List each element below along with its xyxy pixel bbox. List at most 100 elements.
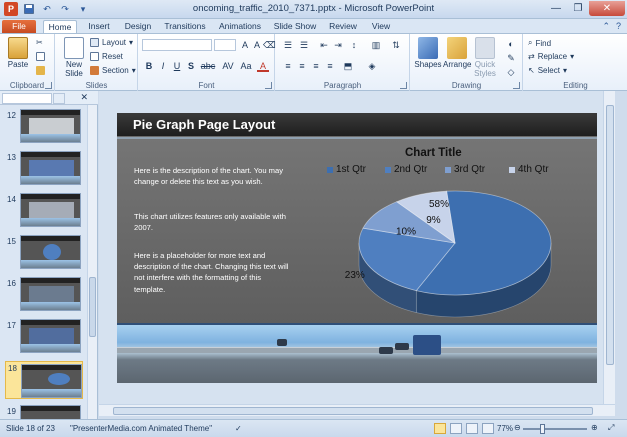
- tab-transitions[interactable]: Transitions: [162, 20, 208, 34]
- slide-thumbnail[interactable]: 17: [5, 319, 83, 353]
- minimize-icon[interactable]: —: [545, 1, 567, 16]
- close-icon[interactable]: ✕: [589, 1, 625, 16]
- thumbnail-image: [20, 109, 81, 143]
- decrease-indent-icon[interactable]: ⇤: [318, 39, 330, 51]
- paste-button[interactable]: Paste: [4, 37, 32, 69]
- strikethrough-button[interactable]: abc: [199, 60, 217, 72]
- zoom-slider-handle[interactable]: [540, 424, 545, 434]
- char-spacing-button[interactable]: AV: [221, 60, 235, 72]
- align-center-icon[interactable]: ≡: [296, 60, 308, 72]
- cut-button[interactable]: ✂: [36, 38, 43, 47]
- zoom-slider[interactable]: [523, 428, 587, 430]
- align-right-icon[interactable]: ≡: [310, 60, 322, 72]
- numbering-icon[interactable]: ☰: [298, 39, 310, 51]
- scrollbar-thumb[interactable]: [606, 105, 614, 365]
- tab-review[interactable]: Review: [325, 20, 361, 34]
- shrink-font-icon[interactable]: A: [251, 39, 263, 51]
- editor-horizontal-scrollbar[interactable]: [99, 404, 615, 416]
- slide-thumbnail[interactable]: 15: [5, 235, 83, 269]
- find-button[interactable]: ⌕ Find: [528, 38, 551, 48]
- line-spacing-icon[interactable]: ↕: [348, 39, 360, 51]
- slide-thumbnail-selected[interactable]: 18: [5, 361, 83, 399]
- slide-thumbnail[interactable]: 16: [5, 277, 83, 311]
- clipboard-launcher-icon[interactable]: [45, 82, 52, 89]
- shapes-button[interactable]: Shapes: [414, 37, 442, 69]
- quick-styles-button[interactable]: Quick Styles: [471, 37, 499, 78]
- increase-indent-icon[interactable]: ⇥: [332, 39, 344, 51]
- format-painter-button[interactable]: [36, 66, 45, 75]
- text-direction-icon[interactable]: ⇅: [390, 39, 402, 51]
- slide-thumbnail[interactable]: 14: [5, 193, 83, 227]
- select-button[interactable]: ↖ Select ▾: [528, 66, 567, 75]
- slide-canvas[interactable]: Pie Graph Page Layout Here is the descri…: [117, 113, 597, 383]
- normal-view-icon[interactable]: [434, 423, 446, 434]
- spellcheck-icon[interactable]: ✓: [235, 424, 242, 433]
- tab-insert[interactable]: Insert: [82, 20, 116, 34]
- zoom-out-icon[interactable]: ⊖: [514, 423, 521, 432]
- align-text-icon[interactable]: ⬒: [342, 60, 354, 72]
- tab-view[interactable]: View: [366, 20, 396, 34]
- fit-to-window-icon[interactable]: ⤢: [608, 423, 614, 433]
- font-launcher-icon[interactable]: [265, 82, 272, 89]
- reading-view-icon[interactable]: [466, 423, 478, 434]
- slide-thumbnail[interactable]: 12: [5, 109, 83, 143]
- bold-button[interactable]: B: [143, 60, 155, 72]
- tab-outline-pane[interactable]: [53, 93, 65, 104]
- replace-button[interactable]: ⇄ Replace ▾: [528, 52, 574, 61]
- paragraph-launcher-icon[interactable]: [400, 82, 407, 89]
- shadow-button[interactable]: S: [185, 60, 197, 72]
- new-slide-button[interactable]: New Slide: [59, 37, 89, 78]
- slide-thumbnail[interactable]: 19: [5, 405, 83, 419]
- zoom-in-icon[interactable]: ⊕: [591, 423, 598, 432]
- arrange-button[interactable]: Arrange: [443, 37, 471, 69]
- bullets-icon[interactable]: ☰: [282, 39, 294, 51]
- tab-design[interactable]: Design: [120, 20, 156, 34]
- drawing-label: Drawing: [451, 81, 482, 90]
- slide-thumbnail[interactable]: 13: [5, 151, 83, 185]
- zoom-level[interactable]: 77%: [497, 424, 513, 433]
- font-color-button[interactable]: A: [257, 60, 269, 72]
- help-icon[interactable]: ?: [616, 21, 621, 32]
- italic-button[interactable]: I: [157, 60, 169, 72]
- change-case-button[interactable]: Aa: [239, 60, 253, 72]
- shape-outline-icon[interactable]: ✎: [505, 52, 517, 64]
- justify-icon[interactable]: ≡: [324, 60, 336, 72]
- reset-button[interactable]: Reset: [90, 52, 123, 61]
- font-size-combo[interactable]: [214, 39, 236, 51]
- grow-font-icon[interactable]: A: [239, 39, 251, 51]
- clear-format-icon[interactable]: ⌫: [263, 39, 276, 51]
- drawing-launcher-icon[interactable]: [513, 82, 520, 89]
- shape-effects-icon[interactable]: ◇: [505, 66, 517, 78]
- slides-pane-scrollbar[interactable]: [87, 105, 97, 419]
- scrollbar-thumb[interactable]: [89, 277, 96, 337]
- tab-animations[interactable]: Animations: [215, 20, 265, 34]
- drawing-group: Shapes Arrange Quick Styles ◐ ✎ ◇ Drawin…: [411, 34, 523, 91]
- section-button[interactable]: Section ▾: [90, 66, 136, 75]
- smartart-icon[interactable]: ◈: [366, 60, 378, 72]
- truck: [413, 335, 441, 355]
- tab-file[interactable]: File: [2, 20, 36, 34]
- scrollbar-thumb[interactable]: [113, 407, 593, 415]
- pie-data-label: 58%: [429, 199, 449, 210]
- columns-icon[interactable]: ▥: [370, 39, 382, 51]
- shape-fill-icon[interactable]: ◐: [505, 38, 517, 50]
- guardrail: [117, 347, 597, 353]
- tab-slides-pane[interactable]: [2, 93, 52, 104]
- copy-button[interactable]: [36, 52, 45, 61]
- layout-button[interactable]: Layout ▾: [90, 38, 133, 47]
- font-name-combo[interactable]: [142, 39, 212, 51]
- chevron-down-icon: ▾: [570, 52, 575, 61]
- slide-show-icon[interactable]: [482, 423, 494, 434]
- layout-icon: [90, 38, 99, 47]
- arrange-icon: [447, 37, 467, 59]
- maximize-icon[interactable]: ❐: [567, 1, 589, 16]
- tab-home[interactable]: Home: [43, 20, 77, 34]
- tab-slide-show[interactable]: Slide Show: [271, 20, 319, 34]
- close-pane-icon[interactable]: ✕: [80, 92, 88, 103]
- minimize-ribbon-icon[interactable]: ⌃: [602, 21, 610, 32]
- chevron-down-icon: ▾: [129, 38, 134, 47]
- editor-vertical-scrollbar[interactable]: [603, 91, 615, 404]
- slide-sorter-icon[interactable]: [450, 423, 462, 434]
- underline-button[interactable]: U: [171, 60, 183, 72]
- align-left-icon[interactable]: ≡: [282, 60, 294, 72]
